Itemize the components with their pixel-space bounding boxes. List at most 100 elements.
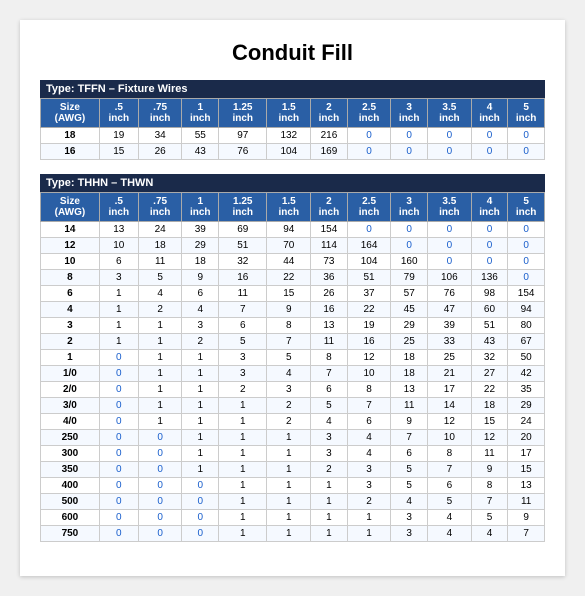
table-cell: 25 — [428, 350, 472, 366]
table-row: 1/00113471018212742 — [41, 366, 545, 382]
table-row: 181934559713221600000 — [41, 128, 545, 144]
col-header-10: 4 inch — [471, 193, 508, 222]
table-cell: 154 — [508, 286, 545, 302]
table-cell: 4 — [311, 414, 348, 430]
table-cell: 1 — [219, 398, 267, 414]
table-cell: 5 — [471, 510, 508, 526]
table-cell: 21 — [428, 366, 472, 382]
table-cell: 6 — [311, 382, 348, 398]
table-cell: 3 — [219, 366, 267, 382]
table-cell: 3 — [347, 478, 391, 494]
table-cell: 51 — [219, 238, 267, 254]
table-cell: 0 — [99, 350, 138, 366]
col-header-5: 1.5 inch — [267, 193, 311, 222]
table-cell: 7 — [219, 302, 267, 318]
table-cell: 12 — [471, 430, 508, 446]
table-cell: 0 — [99, 430, 138, 446]
col-header-9: 3.5 inch — [428, 99, 472, 128]
table-cell: 25 — [391, 334, 428, 350]
table-row: 10113581218253250 — [41, 350, 545, 366]
table-cell: 1 — [347, 510, 391, 526]
table-cell: 1 — [138, 398, 182, 414]
table-cell: 2 — [219, 382, 267, 398]
table-cell: 1 — [267, 478, 311, 494]
table-cell: 20 — [508, 430, 545, 446]
table-row: 400000111356813 — [41, 478, 545, 494]
table-cell: 4 — [182, 302, 219, 318]
table-row: 1210182951701141640000 — [41, 238, 545, 254]
table-cell: 106 — [428, 270, 472, 286]
table-cell: 8 — [41, 270, 100, 286]
table-cell: 0 — [428, 254, 472, 270]
table-row: 3000011134681117 — [41, 446, 545, 462]
table-cell: 47 — [428, 302, 472, 318]
tffn-table: Size (AWG).5 inch.75 inch1 inch1.25 inch… — [40, 98, 545, 160]
table-cell: 7 — [508, 526, 545, 542]
table-cell: 750 — [41, 526, 100, 542]
table-cell: 18 — [471, 398, 508, 414]
table-cell: 1 — [182, 446, 219, 462]
table-cell: 17 — [508, 446, 545, 462]
table-cell: 4 — [347, 446, 391, 462]
table-cell: 13 — [311, 318, 348, 334]
table-cell: 98 — [471, 286, 508, 302]
page-title: Conduit Fill — [40, 40, 545, 66]
table-cell: 11 — [471, 446, 508, 462]
table-cell: 22 — [347, 302, 391, 318]
table-cell: 0 — [99, 414, 138, 430]
table-cell: 13 — [99, 222, 138, 238]
table-cell: 3 — [347, 462, 391, 478]
table-cell: 1 — [138, 382, 182, 398]
table-cell: 3/0 — [41, 398, 100, 414]
col-header-9: 3.5 inch — [428, 193, 472, 222]
table-cell: 169 — [311, 144, 348, 160]
table-row: 60000011113459 — [41, 510, 545, 526]
table-cell: 0 — [182, 494, 219, 510]
table-cell: 0 — [182, 510, 219, 526]
table-cell: 2 — [41, 334, 100, 350]
table-cell: 0 — [471, 144, 508, 160]
table-row: 14132439699415400000 — [41, 222, 545, 238]
table-cell: 51 — [347, 270, 391, 286]
col-header-6: 2 inch — [311, 99, 348, 128]
table-cell: 1 — [219, 414, 267, 430]
table-cell: 22 — [471, 382, 508, 398]
table-cell: 7 — [471, 494, 508, 510]
table-cell: 26 — [311, 286, 348, 302]
table-cell: 1 — [267, 494, 311, 510]
table-cell: 0 — [99, 526, 138, 542]
table-cell: 19 — [347, 318, 391, 334]
table-cell: 0 — [428, 238, 472, 254]
table-cell: 1 — [138, 414, 182, 430]
table-cell: 22 — [267, 270, 311, 286]
table-cell: 0 — [471, 254, 508, 270]
table-cell: 1 — [219, 494, 267, 510]
table-cell: 1 — [138, 318, 182, 334]
table-cell: 18 — [391, 366, 428, 382]
table-cell: 6 — [99, 254, 138, 270]
table-cell: 1 — [219, 510, 267, 526]
table-cell: 44 — [267, 254, 311, 270]
table-cell: 1 — [347, 526, 391, 542]
table-cell: 250 — [41, 430, 100, 446]
table-cell: 8 — [428, 446, 472, 462]
tffn-header-row: Size (AWG).5 inch.75 inch1 inch1.25 inch… — [41, 99, 545, 128]
table-cell: 2 — [311, 462, 348, 478]
table-cell: 8 — [471, 478, 508, 494]
col-header-1: .5 inch — [99, 193, 138, 222]
table-cell: 69 — [219, 222, 267, 238]
table-cell: 0 — [138, 510, 182, 526]
col-header-8: 3 inch — [391, 99, 428, 128]
table-cell: 4 — [138, 286, 182, 302]
table-cell: 50 — [508, 350, 545, 366]
table-cell: 5 — [391, 478, 428, 494]
table-cell: 10 — [428, 430, 472, 446]
col-header-2: .75 inch — [138, 193, 182, 222]
table-cell: 67 — [508, 334, 545, 350]
table-cell: 6 — [41, 286, 100, 302]
table-cell: 114 — [311, 238, 348, 254]
table-cell: 16 — [219, 270, 267, 286]
table-cell: 15 — [508, 462, 545, 478]
table-cell: 7 — [311, 366, 348, 382]
table-cell: 9 — [391, 414, 428, 430]
